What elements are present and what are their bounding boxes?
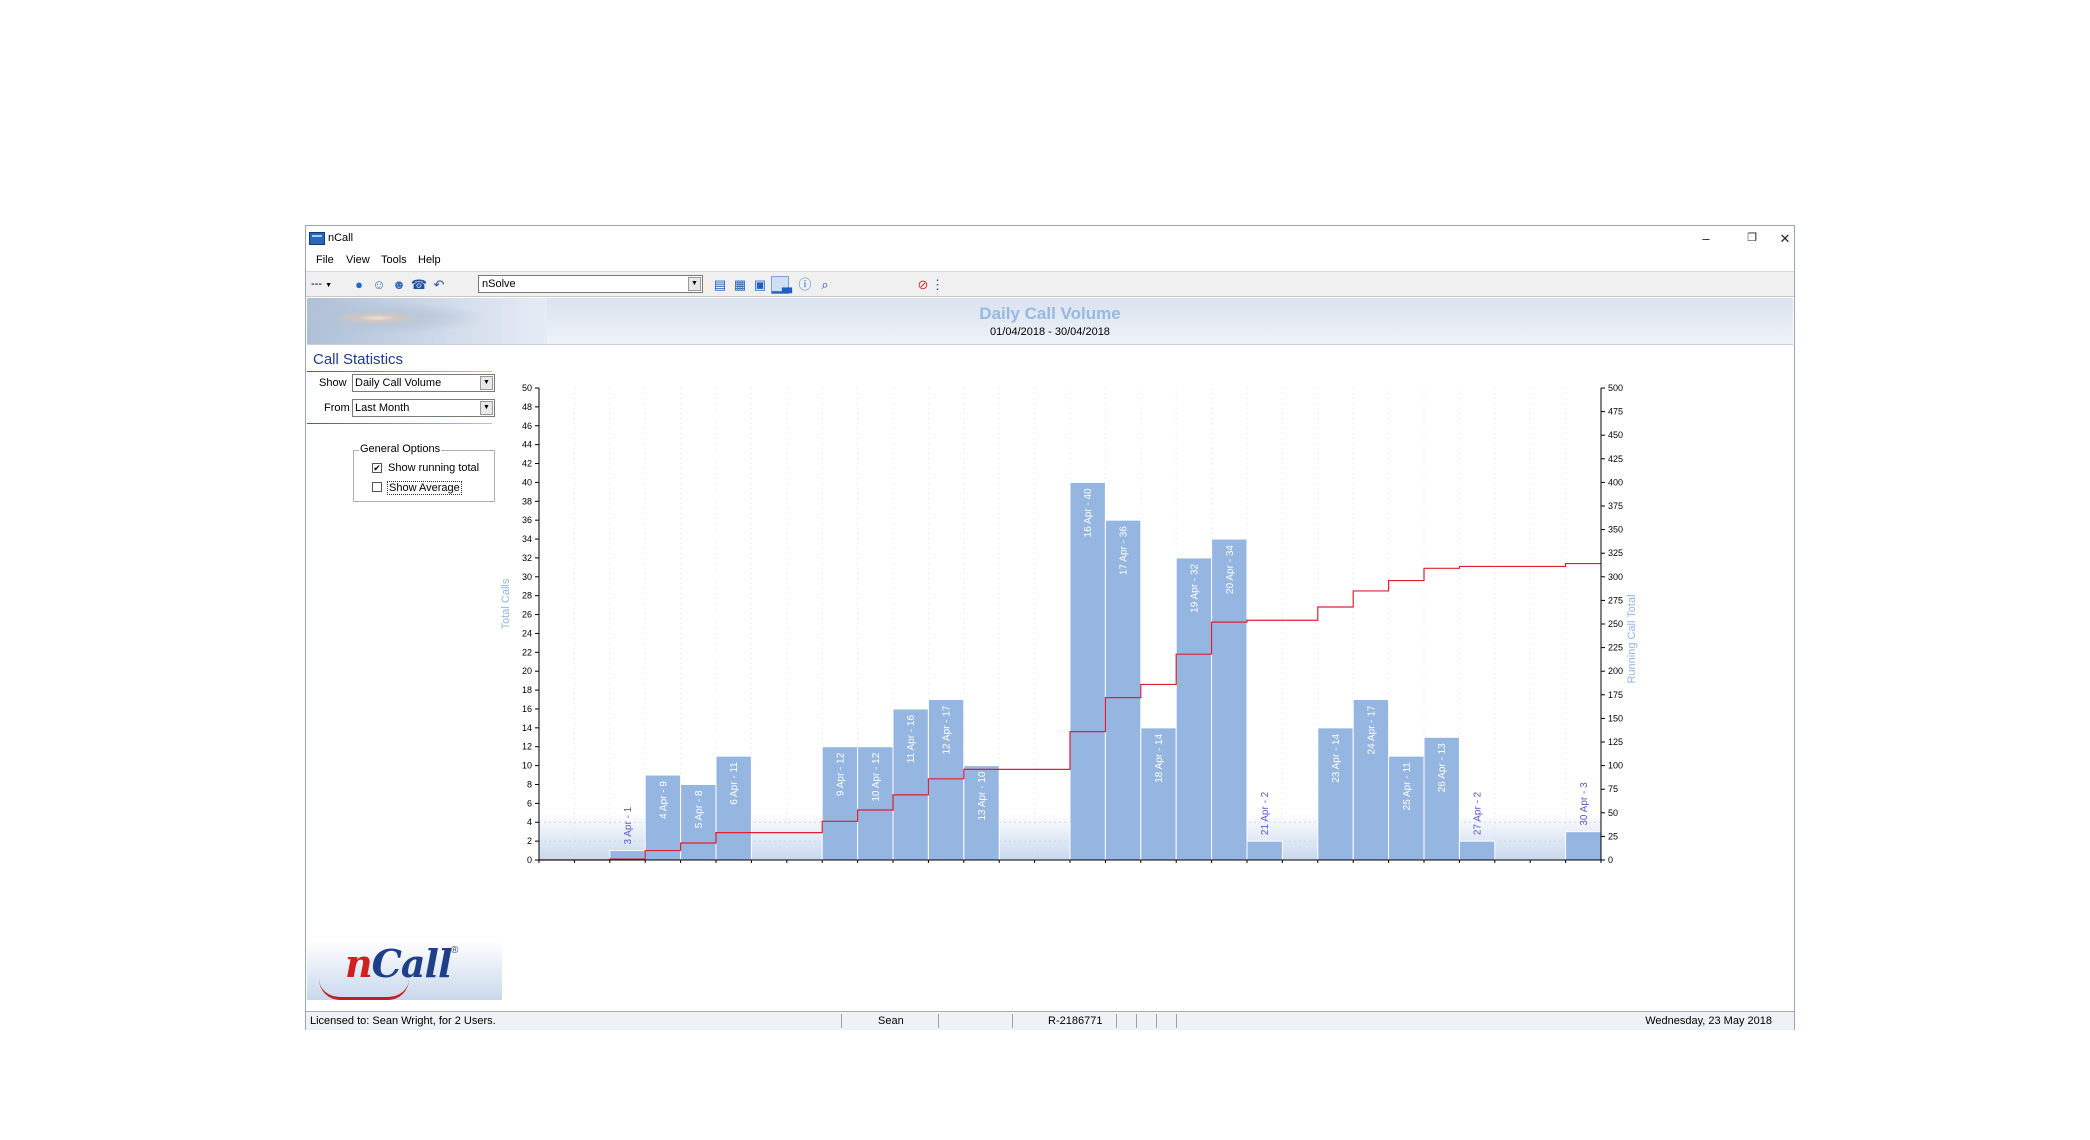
bar-label: 21 Apr - 2	[1260, 791, 1271, 835]
y2-tick-label: 250	[1608, 619, 1623, 629]
status-separator	[1116, 1014, 1117, 1028]
y2-tick-label: 350	[1608, 525, 1623, 535]
y-tick-label: 44	[522, 440, 532, 450]
y-tick-label: 36	[522, 515, 532, 525]
bar-label: 11 Apr - 16	[906, 715, 917, 764]
y2-axis-title: Running Call Total	[1626, 594, 1638, 683]
bar-label: 25 Apr - 11	[1402, 762, 1413, 811]
bar-label: 4 Apr - 9	[658, 781, 669, 819]
bar-label: 20 Apr - 34	[1225, 545, 1236, 594]
license-text: Licensed to: Sean Wright, for 2 Users.	[310, 1015, 496, 1027]
status-separator	[1156, 1014, 1157, 1028]
status-separator	[1012, 1014, 1013, 1028]
bar-label: 17 Apr - 36	[1119, 526, 1130, 575]
y-tick-label: 0	[527, 855, 532, 865]
y2-tick-label: 125	[1608, 737, 1623, 747]
y2-tick-label: 0	[1608, 855, 1613, 865]
status-date: Wednesday, 23 May 2018	[1645, 1015, 1772, 1027]
y-tick-label: 46	[522, 421, 532, 431]
y-tick-label: 8	[527, 779, 532, 789]
y2-tick-label: 25	[1608, 831, 1618, 841]
bar-label: 19 Apr - 32	[1189, 563, 1200, 612]
bar	[1246, 840, 1283, 861]
y2-tick-label: 425	[1608, 454, 1623, 464]
y2-tick-label: 375	[1608, 501, 1623, 511]
status-ref: R-2186771	[1048, 1015, 1103, 1027]
bar-label: 24 Apr - 17	[1366, 705, 1377, 754]
bar-label: 6 Apr - 11	[729, 762, 740, 805]
y2-tick-label: 400	[1608, 477, 1623, 487]
bar-label: 9 Apr - 12	[835, 752, 846, 796]
y-tick-label: 48	[522, 402, 532, 412]
status-separator	[1176, 1014, 1177, 1028]
y2-tick-label: 175	[1608, 690, 1623, 700]
status-bar: Licensed to: Sean Wright, for 2 Users. S…	[306, 1011, 1794, 1030]
y-tick-label: 32	[522, 553, 532, 563]
y-tick-label: 16	[522, 704, 532, 714]
app-window: nCall – ❐ ✕ File View Tools Help --- ▼ ●…	[305, 225, 1795, 1030]
bar-label: 13 Apr - 10	[977, 771, 988, 820]
status-user: Sean	[878, 1015, 904, 1027]
y2-tick-label: 450	[1608, 430, 1623, 440]
y-tick-label: 12	[522, 742, 532, 752]
status-separator	[938, 1014, 939, 1028]
status-separator	[841, 1014, 842, 1028]
bar	[1565, 831, 1602, 861]
y-tick-label: 18	[522, 685, 532, 695]
y-tick-label: 42	[522, 459, 532, 469]
y2-tick-label: 50	[1608, 808, 1618, 818]
bar-label: 16 Apr - 40	[1083, 488, 1094, 537]
y-tick-label: 14	[522, 723, 532, 733]
bar-label: 26 Apr - 13	[1437, 743, 1448, 792]
y-tick-label: 24	[522, 628, 532, 638]
bar-label: 12 Apr - 17	[942, 705, 953, 754]
y2-tick-label: 300	[1608, 572, 1623, 582]
y-tick-label: 28	[522, 591, 532, 601]
y-tick-label: 10	[522, 761, 532, 771]
y-tick-label: 4	[527, 817, 532, 827]
bar	[1069, 481, 1106, 861]
y2-tick-label: 200	[1608, 666, 1623, 676]
y2-tick-label: 75	[1608, 784, 1618, 794]
y-tick-label: 22	[522, 647, 532, 657]
y-tick-label: 40	[522, 477, 532, 487]
y-tick-label: 2	[527, 836, 532, 846]
bar-label: 30 Apr - 3	[1579, 782, 1590, 826]
y2-tick-label: 100	[1608, 761, 1623, 771]
y2-tick-label: 225	[1608, 643, 1623, 653]
status-separator	[1136, 1014, 1137, 1028]
y2-tick-label: 275	[1608, 595, 1623, 605]
y2-tick-label: 150	[1608, 713, 1623, 723]
y-tick-label: 50	[522, 383, 532, 393]
y2-tick-label: 500	[1608, 383, 1623, 393]
bar	[1458, 840, 1496, 861]
y-tick-label: 34	[522, 534, 532, 544]
daily-call-volume-chart: 3 Apr - 1 4 Apr - 9 5 Apr - 8 6 Apr - 11 9 A…	[500, 383, 1638, 865]
y-tick-label: 30	[522, 572, 532, 582]
bar-label: 18 Apr - 14	[1154, 733, 1165, 782]
bar-label: 23 Apr - 14	[1331, 733, 1342, 782]
y2-tick-label: 325	[1608, 548, 1623, 558]
bar-label: 5 Apr - 8	[694, 790, 705, 828]
y2-tick-label: 475	[1608, 407, 1623, 417]
y-tick-label: 20	[522, 666, 532, 676]
y-tick-label: 6	[527, 798, 532, 808]
bar-label: 3 Apr - 1	[623, 806, 634, 844]
y-tick-label: 26	[522, 610, 532, 620]
y-axis-title: Total Calls	[500, 578, 512, 629]
y-tick-label: 38	[522, 496, 532, 506]
bar-label: 10 Apr - 12	[871, 752, 882, 801]
bar-label: 27 Apr - 2	[1473, 791, 1484, 835]
